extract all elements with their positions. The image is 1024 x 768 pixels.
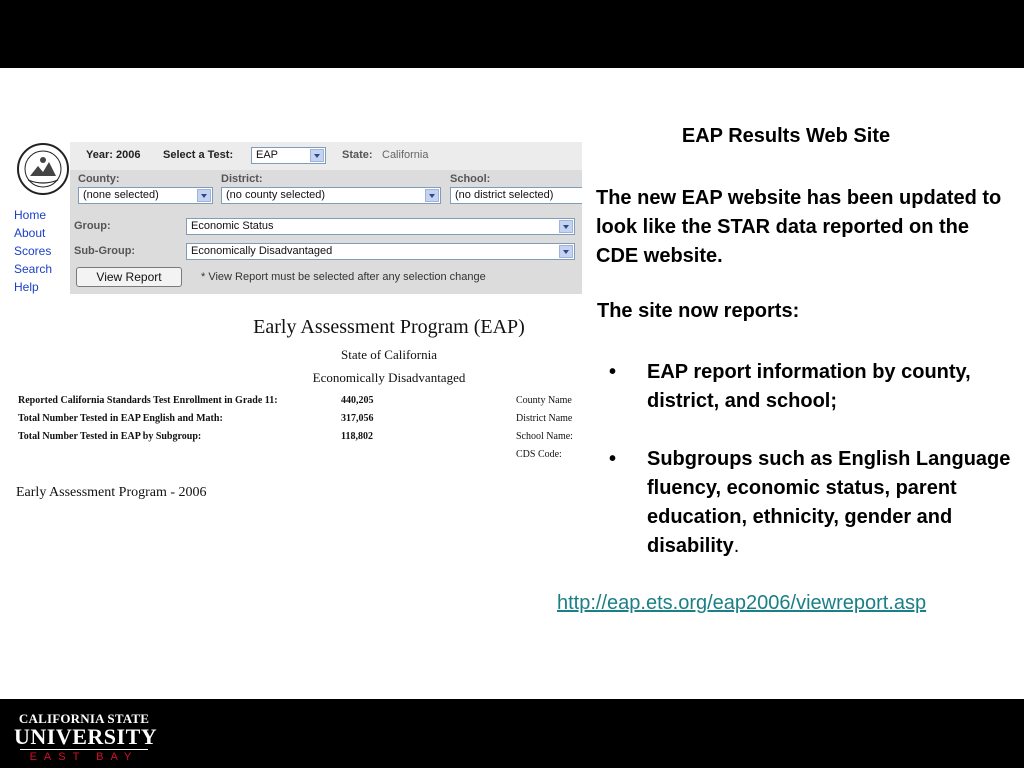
chevron-down-icon: [197, 189, 211, 202]
nav-about[interactable]: About: [14, 224, 64, 242]
county-select[interactable]: (none selected): [78, 187, 213, 204]
cds-code-label: CDS Code:: [516, 449, 562, 460]
eap-site-screenshot: Home About Scores Search Help Year: 2006…: [14, 140, 582, 510]
report-state: State of California: [340, 347, 438, 362]
left-nav: Home About Scores Search Help: [14, 206, 64, 296]
group-select-value: Economic Status: [191, 220, 274, 232]
nav-search[interactable]: Search: [14, 260, 64, 278]
report-subgroup: Economically Disadvantaged: [312, 370, 466, 385]
stat-label: Reported California Standards Test Enrol…: [18, 395, 278, 406]
chevron-down-icon: [559, 245, 573, 258]
district-name-label: District Name: [516, 413, 573, 424]
logo-divider: [20, 749, 148, 750]
chevron-down-icon: [559, 220, 573, 233]
stat-label: Total Number Tested in EAP English and M…: [18, 413, 223, 424]
school-select-value: (no district selected): [455, 189, 554, 201]
logo-line-3: EAST BAY: [29, 751, 139, 763]
report-filter-form: Year: 2006 Select a Test: EAP State: Cal…: [70, 142, 582, 294]
slide-heading: EAP Results Web Site: [681, 125, 891, 147]
county-label: County:: [78, 173, 120, 185]
bullet-suffix: .: [733, 535, 740, 557]
county-select-value: (none selected): [83, 189, 159, 201]
stat-value: 118,802: [341, 431, 373, 442]
state-value: California: [382, 149, 429, 161]
report-footer-title: Early Assessment Program - 2006: [16, 485, 207, 500]
state-label: State:: [342, 149, 373, 161]
bullet-item: • EAP report information by county, dist…: [609, 358, 1012, 416]
stat-value: 440,205: [341, 395, 374, 406]
intro-paragraph: The new EAP website has been updated to …: [596, 187, 1002, 267]
bullet-text: EAP report information by county, distri…: [647, 361, 971, 412]
subgroup-select-value: Economically Disadvantaged: [191, 245, 333, 257]
report-title: Early Assessment Program (EAP): [253, 316, 525, 338]
test-select-value: EAP: [256, 149, 279, 161]
stat-label: Total Number Tested in EAP by Subgroup:: [18, 431, 202, 442]
group-label: Group:: [74, 220, 111, 232]
nav-help[interactable]: Help: [14, 278, 64, 296]
logo-line-2: UNIVERSITY: [14, 724, 158, 749]
school-label: School:: [450, 173, 491, 185]
nav-home[interactable]: Home: [14, 206, 64, 224]
eap-site-link[interactable]: http://eap.ets.org/eap2006/viewreport.as…: [557, 592, 926, 615]
year-label: Year: 2006: [86, 149, 141, 161]
top-bar: [0, 0, 1024, 68]
slide: Home About Scores Search Help Year: 2006…: [0, 0, 1024, 768]
california-seal-icon: [17, 143, 69, 195]
chevron-down-icon: [310, 149, 324, 162]
school-select[interactable]: (no district selected): [450, 187, 582, 204]
district-select-value: (no county selected): [226, 189, 326, 201]
view-report-note: * View Report must be selected after any…: [201, 271, 486, 283]
group-select[interactable]: Economic Status: [186, 218, 575, 235]
bullet-dot-icon: •: [609, 361, 617, 383]
bullet-item: • Subgroups such as English Language flu…: [609, 445, 1012, 561]
bullet-text: Subgroups such as English Language fluen…: [647, 448, 1011, 557]
reports-subheading: The site now reports:: [597, 300, 800, 322]
chevron-down-icon: [425, 189, 439, 202]
stat-value: 317,056: [341, 413, 374, 424]
form-top-row: [70, 142, 582, 170]
view-report-button[interactable]: View Report: [76, 267, 182, 287]
select-test-label: Select a Test:: [163, 149, 234, 161]
test-select[interactable]: EAP: [251, 147, 326, 164]
nav-scores[interactable]: Scores: [14, 242, 64, 260]
subgroup-label: Sub-Group:: [74, 245, 136, 257]
subgroup-select[interactable]: Economically Disadvantaged: [186, 243, 575, 260]
county-name-label: County Name: [516, 395, 572, 406]
school-name-label: School Name:: [516, 431, 573, 442]
csu-east-bay-logo: CALIFORNIA STATE UNIVERSITY EAST BAY: [14, 712, 158, 764]
district-label: District:: [221, 173, 263, 185]
district-select[interactable]: (no county selected): [221, 187, 441, 204]
bullet-dot-icon: •: [609, 448, 617, 470]
